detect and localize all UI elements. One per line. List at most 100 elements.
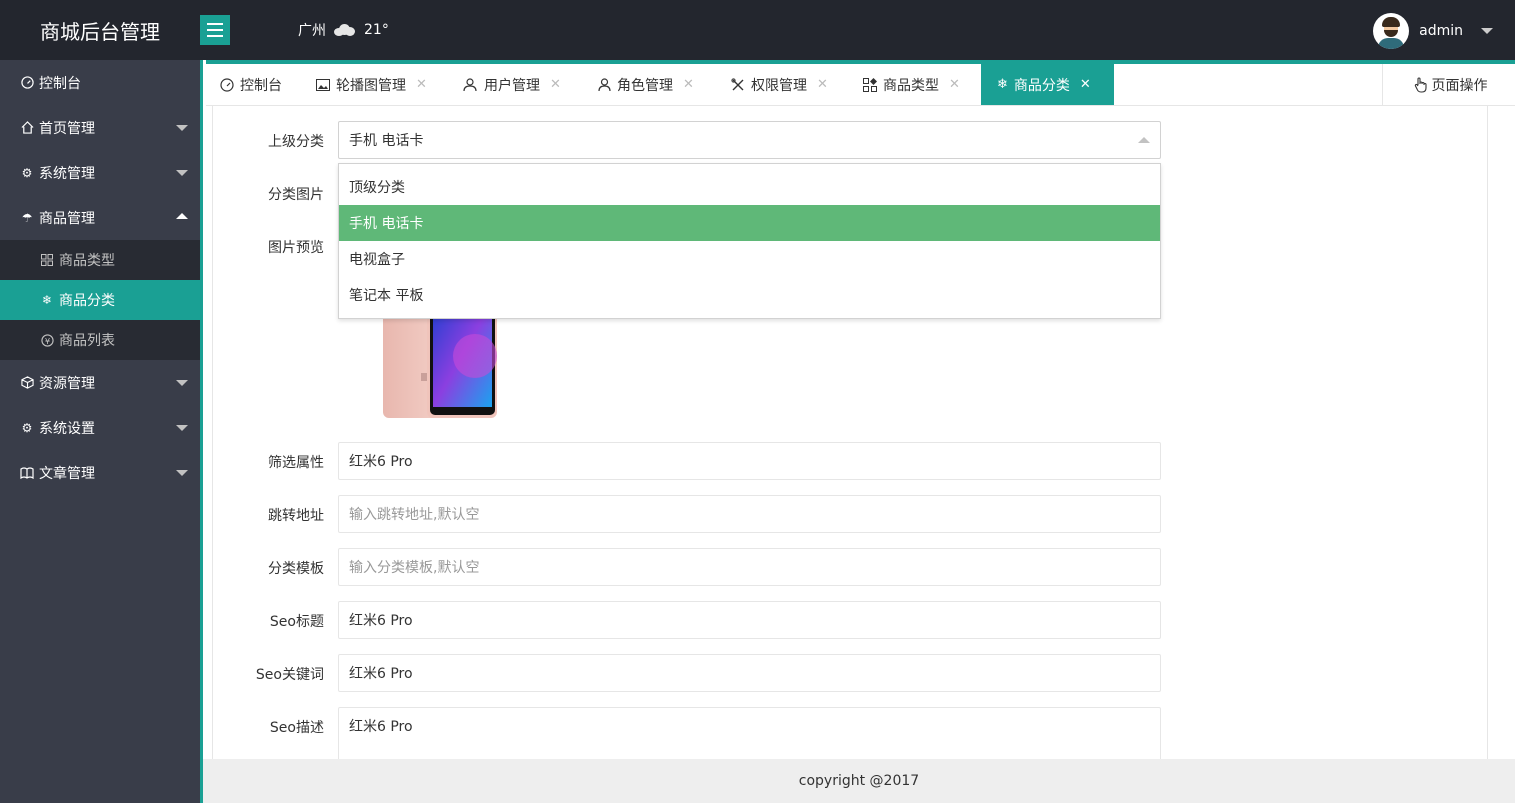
sidebar-item-label: 文章管理 — [39, 465, 95, 482]
sidebar-item-settings[interactable]: ⚙ 系统设置 — [0, 405, 200, 450]
umbrella-icon: ☂ — [21, 210, 33, 225]
parent-category-label: 上级分类 — [268, 134, 324, 150]
sidebar-item-home[interactable]: 首页管理 — [0, 105, 200, 150]
seo-description-textarea[interactable]: 红米6 Pro — [338, 707, 1161, 759]
gear-icon: ⚙ — [21, 420, 33, 435]
tab-carousel[interactable]: 轮播图管理 ✕ — [316, 64, 427, 105]
sidebar-item-label: 资源管理 — [39, 375, 95, 392]
chevron-down-icon — [176, 470, 188, 476]
dropdown-option[interactable]: 顶级分类 — [339, 169, 1160, 205]
top-header: 商城后台管理 广州 21° admin — [0, 0, 1515, 60]
filter-attr-input[interactable]: 红米6 Pro — [338, 442, 1161, 480]
grid-icon — [863, 77, 877, 92]
sidebar-item-resources[interactable]: 资源管理 — [0, 360, 200, 405]
tab-dashboard[interactable]: 控制台 — [220, 64, 282, 105]
sidebar-item-articles[interactable]: 文章管理 — [0, 450, 200, 495]
chevron-up-icon — [176, 213, 188, 219]
user-icon — [598, 77, 611, 92]
hand-pointer-icon — [1414, 76, 1428, 93]
seo-title-input[interactable]: 红米6 Pro — [338, 601, 1161, 639]
category-template-input[interactable]: 输入分类模板,默认空 — [338, 548, 1161, 586]
yen-icon: ¥ — [40, 333, 54, 347]
sidebar-item-label: 系统管理 — [39, 165, 95, 182]
seo-title-label: Seo标题 — [269, 614, 324, 630]
app-title: 商城后台管理 — [40, 20, 160, 44]
tab-label: 角色管理 — [617, 77, 673, 94]
sidebar-item-label: 商品管理 — [39, 210, 95, 227]
chevron-up-icon — [1138, 137, 1150, 143]
tab-label: 商品类型 — [883, 77, 939, 94]
category-image-label: 分类图片 — [268, 187, 324, 203]
sidebar-subitem-product-types[interactable]: 商品类型 — [0, 240, 200, 280]
sidebar-subitem-label: 商品类型 — [59, 253, 115, 269]
sidebar-item-dashboard[interactable]: 控制台 — [0, 60, 200, 105]
close-icon[interactable]: ✕ — [683, 77, 694, 92]
seo-keywords-input[interactable]: 红米6 Pro — [338, 654, 1161, 692]
tab-users[interactable]: 用户管理 ✕ — [463, 64, 561, 105]
footer: copyright @2017 — [203, 759, 1515, 803]
dropdown-option[interactable]: 电视盒子 — [339, 241, 1160, 277]
weather-widget: 广州 21° — [298, 20, 389, 40]
parent-category-dropdown: 顶级分类 手机 电话卡 电视盒子 笔记本 平板 — [338, 163, 1161, 319]
dropdown-option-selected[interactable]: 手机 电话卡 — [339, 205, 1160, 241]
svg-text:¥: ¥ — [44, 335, 49, 345]
filter-attr-label: 筛选属性 — [268, 455, 324, 471]
sidebar-subitem-product-categories[interactable]: ❄ 商品分类 — [0, 280, 200, 320]
sidebar-subitem-product-list[interactable]: ¥ 商品列表 — [0, 320, 200, 360]
hamburger-icon — [207, 23, 223, 25]
input-value: 红米6 Pro — [349, 454, 413, 470]
input-placeholder: 输入跳转地址,默认空 — [349, 507, 480, 523]
category-template-label: 分类模板 — [268, 561, 324, 577]
book-icon — [20, 466, 34, 480]
image-icon — [316, 78, 330, 91]
sidebar-subitem-label: 商品分类 — [59, 293, 115, 309]
dropdown-option[interactable]: 笔记本 平板 — [339, 277, 1160, 313]
sidebar-item-products[interactable]: ☂ 商品管理 — [0, 195, 200, 240]
category-form: 上级分类 手机 电话卡 顶级分类 手机 电话卡 电视盒子 笔记本 平板 分类图片… — [212, 106, 1488, 759]
tab-permissions[interactable]: 权限管理 ✕ — [731, 64, 828, 105]
sidebar-item-system[interactable]: ⚙ 系统管理 — [0, 150, 200, 195]
input-value: 红米6 Pro — [349, 613, 413, 629]
username-label[interactable]: admin — [1419, 23, 1463, 39]
chevron-down-icon — [176, 125, 188, 131]
select-value: 手机 电话卡 — [349, 133, 424, 149]
chevron-down-icon — [176, 170, 188, 176]
parent-category-select[interactable]: 手机 电话卡 — [338, 121, 1161, 159]
user-menu[interactable]: admin — [1373, 13, 1493, 49]
tab-roles[interactable]: 角色管理 ✕ — [598, 64, 694, 105]
gear-icon: ⚙ — [21, 165, 33, 180]
page-operations-button[interactable]: 页面操作 — [1382, 64, 1515, 105]
avatar[interactable] — [1373, 13, 1410, 49]
chevron-down-icon[interactable] — [1481, 28, 1493, 34]
close-icon[interactable]: ✕ — [550, 77, 561, 92]
tab-label: 权限管理 — [751, 77, 807, 94]
city-label: 广州 — [298, 23, 326, 39]
snowflake-icon: ❄ — [997, 77, 1008, 92]
textarea-value: 红米6 Pro — [349, 719, 413, 735]
seo-keywords-label: Seo关键词 — [255, 667, 324, 683]
tab-label: 轮播图管理 — [336, 77, 406, 94]
close-icon[interactable]: ✕ — [949, 77, 960, 92]
redirect-url-input[interactable]: 输入跳转地址,默认空 — [338, 495, 1161, 533]
input-value: 红米6 Pro — [349, 666, 413, 682]
sidebar: 控制台 首页管理 ⚙ 系统管理 ☂ 商品管理 商品类型 ❄ 商品分类 ¥ 商品列… — [0, 60, 200, 803]
dashboard-icon — [220, 77, 234, 92]
sidebar-item-label: 首页管理 — [39, 120, 95, 137]
grid-icon — [40, 254, 54, 266]
close-icon[interactable]: ✕ — [416, 77, 427, 92]
chevron-down-icon — [176, 425, 188, 431]
page-operations-label: 页面操作 — [1431, 77, 1488, 94]
seo-description-label: Seo描述 — [269, 720, 324, 736]
products-submenu: 商品类型 ❄ 商品分类 ¥ 商品列表 — [0, 240, 200, 360]
snowflake-icon: ❄ — [41, 293, 53, 307]
tab-bar: 控制台 轮播图管理 ✕ 用户管理 ✕ 角色管理 ✕ 权限管理 ✕ 商品类型 ✕ … — [206, 60, 1515, 106]
copyright-text: copyright @2017 — [798, 773, 920, 789]
tab-product-categories[interactable]: ❄ 商品分类 ✕ — [981, 64, 1114, 105]
close-icon[interactable]: ✕ — [817, 77, 828, 92]
tab-product-types[interactable]: 商品类型 ✕ — [863, 64, 960, 105]
close-icon[interactable]: ✕ — [1080, 77, 1091, 92]
image-preview-label: 图片预览 — [268, 240, 324, 256]
tab-label: 用户管理 — [484, 77, 540, 94]
sidebar-item-label: 系统设置 — [39, 420, 95, 437]
menu-toggle-button[interactable] — [200, 15, 230, 45]
